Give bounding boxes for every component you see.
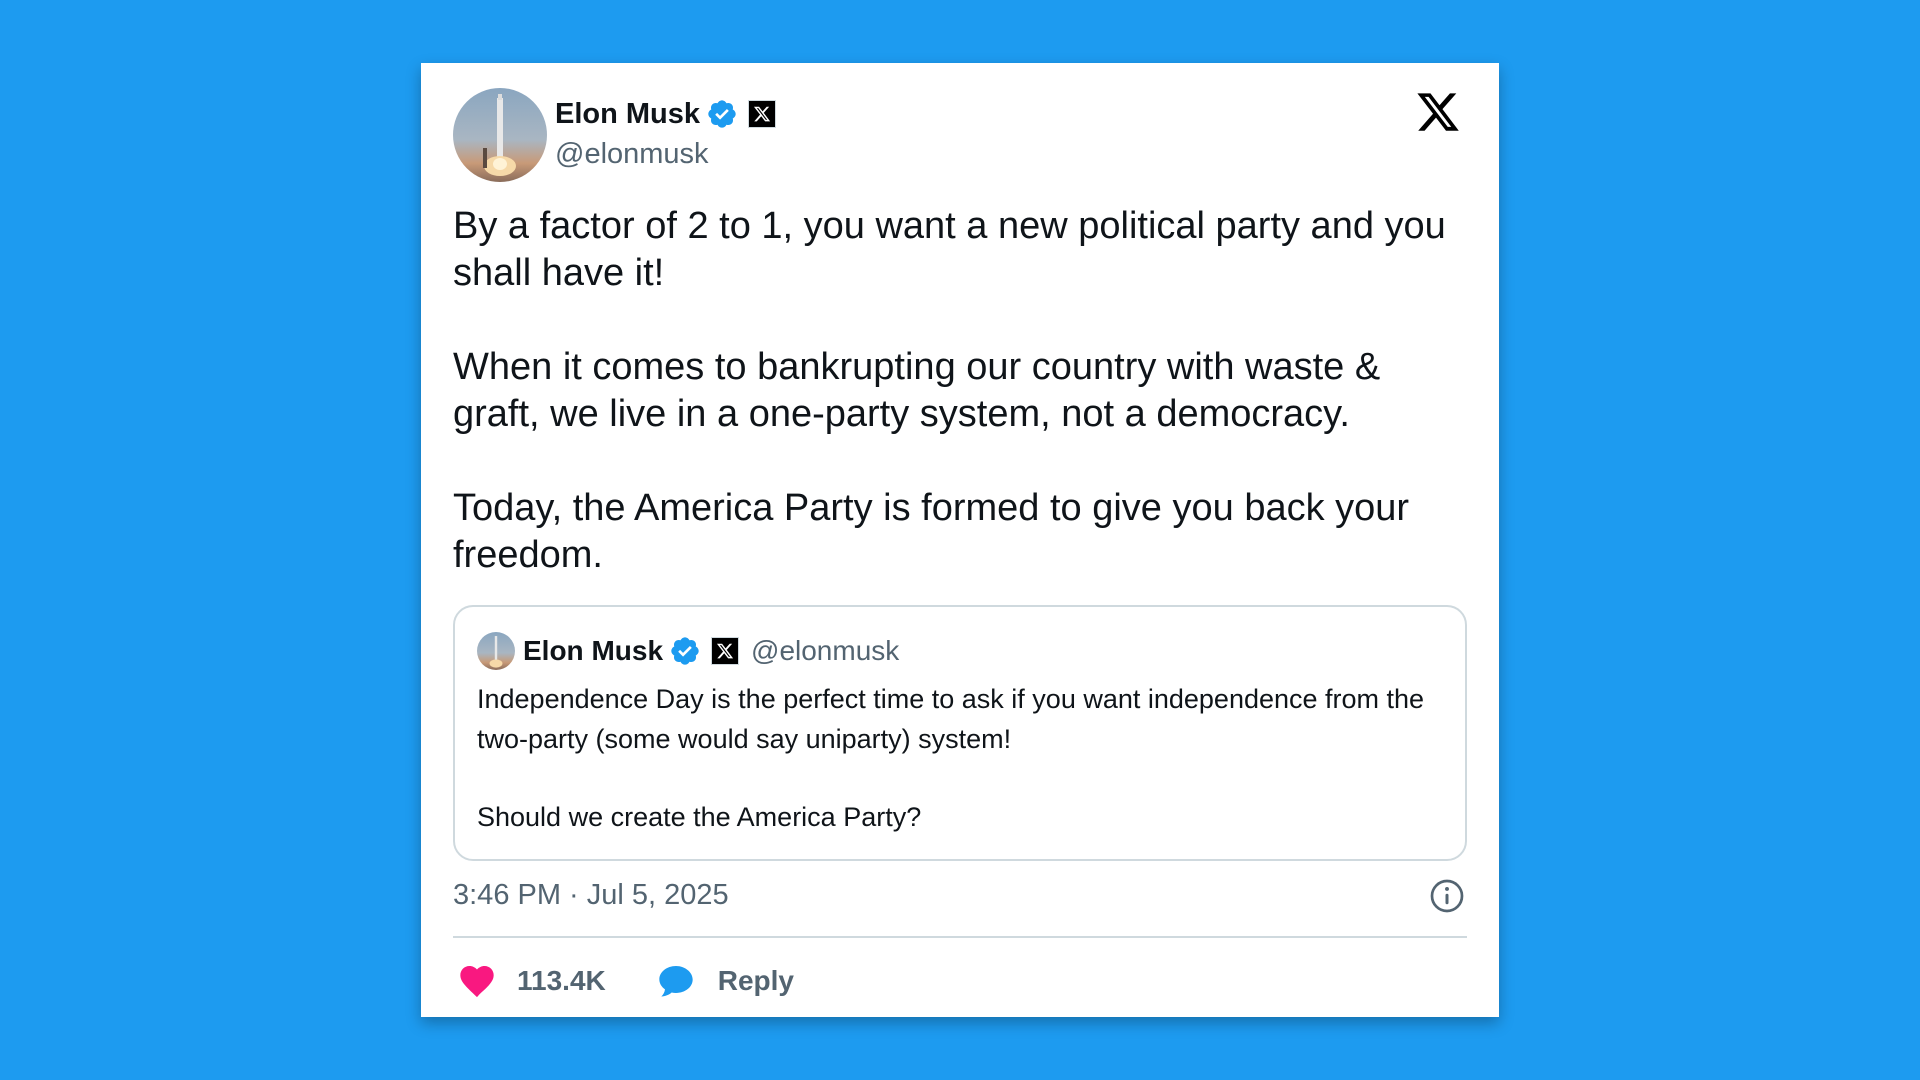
quoted-tweet-text: Independence Day is the perfect time to … bbox=[477, 679, 1437, 837]
reply-button[interactable]: Reply bbox=[656, 961, 794, 1001]
quoted-author-name: Elon Musk bbox=[523, 635, 664, 666]
info-icon[interactable] bbox=[1429, 878, 1465, 914]
author-handle[interactable]: @elonmusk bbox=[555, 138, 709, 171]
x-affiliate-badge-icon bbox=[748, 100, 777, 128]
quoted-author-handle: @elonmusk bbox=[751, 635, 900, 666]
tweet-paragraph: When it comes to bankrupting our country… bbox=[453, 346, 1381, 435]
tweet-paragraph: By a factor of 2 to 1, you want a new po… bbox=[453, 205, 1446, 294]
tweet-timestamp[interactable]: 3:46 PM · Jul 5, 2025 bbox=[453, 879, 729, 912]
quoted-avatar-rocket-image bbox=[477, 632, 515, 670]
quoted-paragraph: Independence Day is the perfect time to … bbox=[477, 684, 1425, 754]
verified-badge-icon bbox=[708, 100, 736, 128]
author-row: Elon Musk bbox=[555, 95, 777, 133]
reply-label: Reply bbox=[717, 965, 794, 996]
tweet-text: By a factor of 2 to 1, you want a new po… bbox=[453, 203, 1473, 579]
tweet-paragraph: Today, the America Party is formed to gi… bbox=[453, 487, 1410, 576]
divider bbox=[453, 936, 1467, 938]
quoted-tweet[interactable]: Elon Musk @elonmusk Independence Day is … bbox=[453, 605, 1467, 861]
quoted-avatar bbox=[477, 632, 515, 670]
tweet-card: Elon Musk @elonmusk By a factor of 2 to … bbox=[421, 63, 1499, 1017]
quoted-author-row: Elon Musk @elonmusk bbox=[477, 631, 899, 671]
like-count: 113.4K bbox=[517, 965, 606, 996]
x-logo-icon[interactable] bbox=[1415, 89, 1461, 135]
avatar[interactable] bbox=[453, 88, 547, 182]
quoted-paragraph: Should we create the America Party? bbox=[477, 802, 922, 832]
heart-icon bbox=[460, 966, 494, 998]
action-bar: 113.4K Reply bbox=[457, 957, 794, 1005]
x-affiliate-badge-icon bbox=[711, 637, 740, 665]
avatar-rocket-image bbox=[453, 88, 547, 182]
reply-bubble-icon bbox=[659, 966, 693, 997]
verified-badge-icon bbox=[671, 637, 699, 665]
author-name[interactable]: Elon Musk bbox=[555, 98, 700, 131]
like-button[interactable]: 113.4K bbox=[457, 961, 606, 1001]
